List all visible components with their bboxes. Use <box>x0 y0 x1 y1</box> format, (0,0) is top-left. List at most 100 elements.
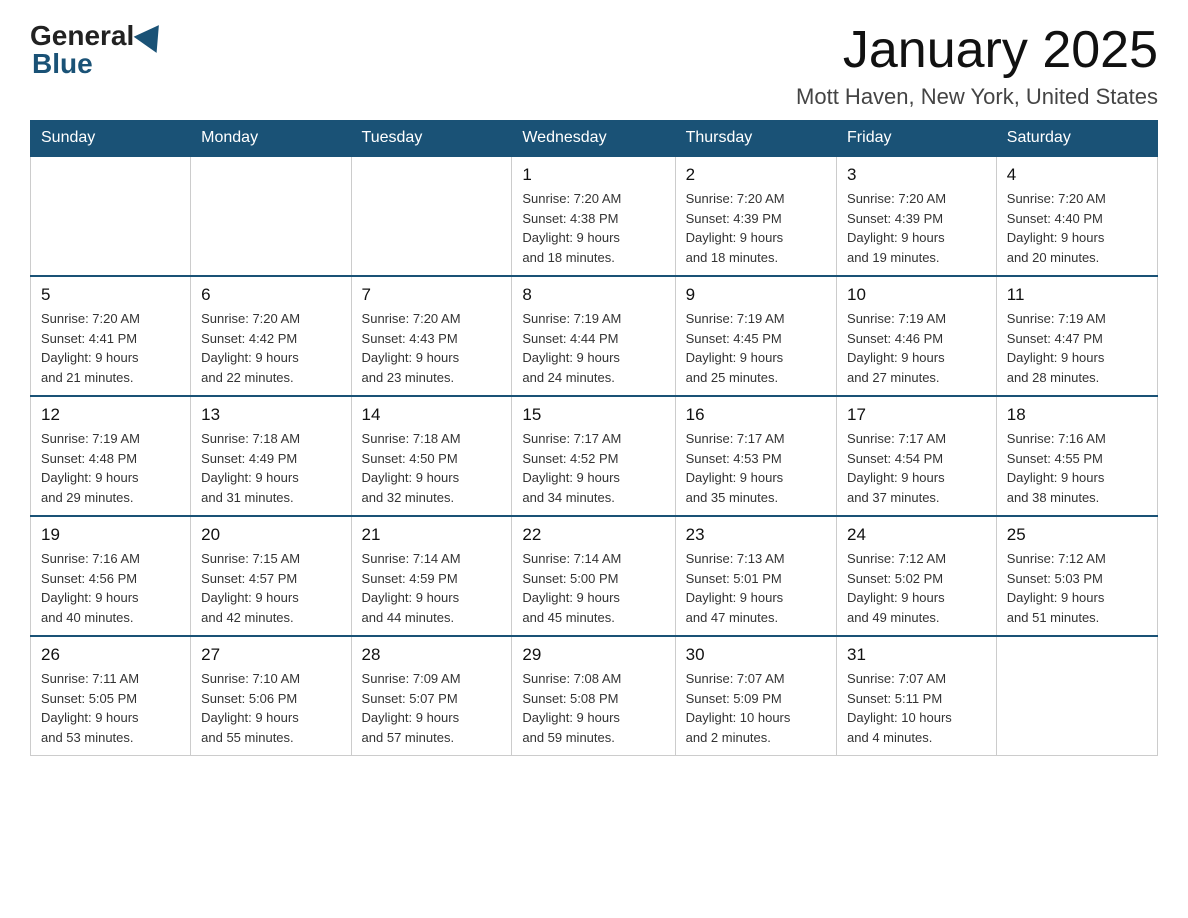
calendar-cell: 31Sunrise: 7:07 AM Sunset: 5:11 PM Dayli… <box>837 636 997 756</box>
title-section: January 2025 Mott Haven, New York, Unite… <box>796 20 1158 110</box>
page-header: General Blue January 2025 Mott Haven, Ne… <box>30 20 1158 110</box>
day-number: 30 <box>686 645 826 665</box>
day-info: Sunrise: 7:20 AM Sunset: 4:39 PM Dayligh… <box>686 189 826 267</box>
day-number: 16 <box>686 405 826 425</box>
day-number: 8 <box>522 285 664 305</box>
day-number: 2 <box>686 165 826 185</box>
day-info: Sunrise: 7:20 AM Sunset: 4:41 PM Dayligh… <box>41 309 180 387</box>
day-info: Sunrise: 7:09 AM Sunset: 5:07 PM Dayligh… <box>362 669 502 747</box>
day-info: Sunrise: 7:20 AM Sunset: 4:42 PM Dayligh… <box>201 309 340 387</box>
day-number: 11 <box>1007 285 1147 305</box>
calendar-cell <box>351 156 512 276</box>
day-info: Sunrise: 7:10 AM Sunset: 5:06 PM Dayligh… <box>201 669 340 747</box>
calendar-week-row-3: 12Sunrise: 7:19 AM Sunset: 4:48 PM Dayli… <box>31 396 1158 516</box>
day-number: 13 <box>201 405 340 425</box>
day-info: Sunrise: 7:14 AM Sunset: 4:59 PM Dayligh… <box>362 549 502 627</box>
day-number: 24 <box>847 525 986 545</box>
calendar-cell: 19 Sunrise: 7:16 AM Sunset: 4:56 PM Dayli… <box>31 516 191 636</box>
calendar-header-tuesday: Tuesday <box>351 121 512 157</box>
calendar-cell <box>996 636 1157 756</box>
day-number: 9 <box>686 285 826 305</box>
day-number: 4 <box>1007 165 1147 185</box>
calendar-cell: 5Sunrise: 7:20 AM Sunset: 4:41 PM Daylig… <box>31 276 191 396</box>
calendar-cell: 15Sunrise: 7:17 AM Sunset: 4:52 PM Dayli… <box>512 396 675 516</box>
calendar-cell: 30 Sunrise: 7:07 AM Sunset: 5:09 PM Dayli… <box>675 636 836 756</box>
calendar-cell: 28 Sunrise: 7:09 AM Sunset: 5:07 PM Dayli… <box>351 636 512 756</box>
day-number: 22 <box>522 525 664 545</box>
calendar-cell: 11 Sunrise: 7:19 AM Sunset: 4:47 PM Dayli… <box>996 276 1157 396</box>
day-number: 14 <box>362 405 502 425</box>
day-info: Sunrise: 7:19 AM Sunset: 4:48 PM Dayligh… <box>41 429 180 507</box>
calendar-week-row-1: 1Sunrise: 7:20 AM Sunset: 4:38 PM Daylig… <box>31 156 1158 276</box>
calendar-cell: 1Sunrise: 7:20 AM Sunset: 4:38 PM Daylig… <box>512 156 675 276</box>
calendar-cell: 13 Sunrise: 7:18 AM Sunset: 4:49 PM Dayli… <box>191 396 351 516</box>
calendar-cell: 26Sunrise: 7:11 AM Sunset: 5:05 PM Dayli… <box>31 636 191 756</box>
calendar-cell: 23 Sunrise: 7:13 AM Sunset: 5:01 PM Dayli… <box>675 516 836 636</box>
day-info: Sunrise: 7:17 AM Sunset: 4:54 PM Dayligh… <box>847 429 986 507</box>
day-number: 27 <box>201 645 340 665</box>
calendar-cell: 2 Sunrise: 7:20 AM Sunset: 4:39 PM Daylig… <box>675 156 836 276</box>
calendar-cell: 27 Sunrise: 7:10 AM Sunset: 5:06 PM Dayli… <box>191 636 351 756</box>
day-info: Sunrise: 7:19 AM Sunset: 4:44 PM Dayligh… <box>522 309 664 387</box>
day-number: 23 <box>686 525 826 545</box>
calendar-cell: 7Sunrise: 7:20 AM Sunset: 4:43 PM Daylig… <box>351 276 512 396</box>
day-info: Sunrise: 7:15 AM Sunset: 4:57 PM Dayligh… <box>201 549 340 627</box>
calendar-cell: 12Sunrise: 7:19 AM Sunset: 4:48 PM Dayli… <box>31 396 191 516</box>
calendar-week-row-4: 19 Sunrise: 7:16 AM Sunset: 4:56 PM Dayli… <box>31 516 1158 636</box>
day-info: Sunrise: 7:20 AM Sunset: 4:43 PM Dayligh… <box>362 309 502 387</box>
calendar-cell: 3Sunrise: 7:20 AM Sunset: 4:39 PM Daylig… <box>837 156 997 276</box>
day-number: 26 <box>41 645 180 665</box>
logo-blue-text: Blue <box>32 48 93 80</box>
day-number: 20 <box>201 525 340 545</box>
logo-triangle-icon <box>134 17 171 53</box>
day-number: 10 <box>847 285 986 305</box>
day-number: 17 <box>847 405 986 425</box>
day-info: Sunrise: 7:18 AM Sunset: 4:50 PM Dayligh… <box>362 429 502 507</box>
calendar-cell: 14 Sunrise: 7:18 AM Sunset: 4:50 PM Dayli… <box>351 396 512 516</box>
day-number: 28 <box>362 645 502 665</box>
calendar-header-wednesday: Wednesday <box>512 121 675 157</box>
day-info: Sunrise: 7:19 AM Sunset: 4:45 PM Dayligh… <box>686 309 826 387</box>
day-info: Sunrise: 7:20 AM Sunset: 4:39 PM Dayligh… <box>847 189 986 267</box>
calendar-header-sunday: Sunday <box>31 121 191 157</box>
calendar-cell <box>191 156 351 276</box>
day-info: Sunrise: 7:17 AM Sunset: 4:53 PM Dayligh… <box>686 429 826 507</box>
calendar-table: SundayMondayTuesdayWednesdayThursdayFrid… <box>30 120 1158 756</box>
day-number: 25 <box>1007 525 1147 545</box>
calendar-cell: 21 Sunrise: 7:14 AM Sunset: 4:59 PM Dayli… <box>351 516 512 636</box>
day-info: Sunrise: 7:08 AM Sunset: 5:08 PM Dayligh… <box>522 669 664 747</box>
day-info: Sunrise: 7:16 AM Sunset: 4:55 PM Dayligh… <box>1007 429 1147 507</box>
calendar-cell: 9 Sunrise: 7:19 AM Sunset: 4:45 PM Daylig… <box>675 276 836 396</box>
calendar-cell: 16 Sunrise: 7:17 AM Sunset: 4:53 PM Dayli… <box>675 396 836 516</box>
calendar-cell: 22 Sunrise: 7:14 AM Sunset: 5:00 PM Dayli… <box>512 516 675 636</box>
logo: General Blue <box>30 20 166 80</box>
calendar-header-friday: Friday <box>837 121 997 157</box>
day-info: Sunrise: 7:19 AM Sunset: 4:47 PM Dayligh… <box>1007 309 1147 387</box>
day-info: Sunrise: 7:14 AM Sunset: 5:00 PM Dayligh… <box>522 549 664 627</box>
day-info: Sunrise: 7:18 AM Sunset: 4:49 PM Dayligh… <box>201 429 340 507</box>
day-info: Sunrise: 7:20 AM Sunset: 4:40 PM Dayligh… <box>1007 189 1147 267</box>
day-number: 31 <box>847 645 986 665</box>
month-title: January 2025 <box>796 20 1158 80</box>
calendar-header-thursday: Thursday <box>675 121 836 157</box>
day-number: 18 <box>1007 405 1147 425</box>
calendar-cell: 20 Sunrise: 7:15 AM Sunset: 4:57 PM Dayli… <box>191 516 351 636</box>
day-number: 19 <box>41 525 180 545</box>
calendar-cell <box>31 156 191 276</box>
day-number: 1 <box>522 165 664 185</box>
day-info: Sunrise: 7:07 AM Sunset: 5:09 PM Dayligh… <box>686 669 826 747</box>
day-info: Sunrise: 7:19 AM Sunset: 4:46 PM Dayligh… <box>847 309 986 387</box>
calendar-cell: 6Sunrise: 7:20 AM Sunset: 4:42 PM Daylig… <box>191 276 351 396</box>
day-number: 29 <box>522 645 664 665</box>
location-title: Mott Haven, New York, United States <box>796 84 1158 110</box>
day-info: Sunrise: 7:16 AM Sunset: 4:56 PM Dayligh… <box>41 549 180 627</box>
calendar-cell: 18 Sunrise: 7:16 AM Sunset: 4:55 PM Dayli… <box>996 396 1157 516</box>
calendar-header-monday: Monday <box>191 121 351 157</box>
calendar-cell: 25Sunrise: 7:12 AM Sunset: 5:03 PM Dayli… <box>996 516 1157 636</box>
day-info: Sunrise: 7:17 AM Sunset: 4:52 PM Dayligh… <box>522 429 664 507</box>
day-info: Sunrise: 7:13 AM Sunset: 5:01 PM Dayligh… <box>686 549 826 627</box>
calendar-cell: 10 Sunrise: 7:19 AM Sunset: 4:46 PM Dayli… <box>837 276 997 396</box>
calendar-header-row: SundayMondayTuesdayWednesdayThursdayFrid… <box>31 121 1158 157</box>
calendar-header-saturday: Saturday <box>996 121 1157 157</box>
day-number: 21 <box>362 525 502 545</box>
